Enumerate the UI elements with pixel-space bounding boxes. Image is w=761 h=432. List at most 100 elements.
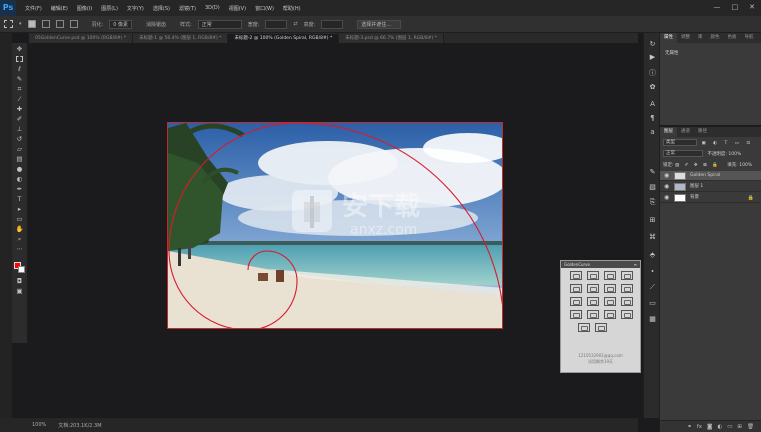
tab-channels[interactable]: 通道 [677, 127, 694, 137]
menu-file[interactable]: 文件(F) [25, 5, 42, 12]
maximize-button[interactable]: □ [732, 3, 739, 11]
tab-properties[interactable]: 属性 [660, 33, 677, 43]
ratio-square-icon[interactable] [604, 271, 616, 280]
dropdown-arrow-icon[interactable]: ▾ [19, 21, 22, 27]
glyphs-icon[interactable]: a [648, 128, 657, 137]
tool-presets-icon[interactable]: ⊞ [648, 216, 657, 225]
layer-style-icon[interactable]: fx [697, 424, 702, 430]
layer-row[interactable]: ◉ Golden Spiral [660, 171, 761, 181]
adjustment-layer-icon[interactable]: ◐ [717, 424, 722, 430]
crop-tool-icon[interactable]: ⌗ [15, 85, 24, 93]
history-icon[interactable]: ↻ [648, 40, 657, 49]
spiral-br-icon[interactable] [587, 297, 599, 306]
menu-filter[interactable]: 滤镜(T) [179, 5, 196, 12]
brush-settings-icon[interactable]: ✎ [648, 168, 657, 177]
menu-help[interactable]: 帮助(H) [283, 5, 301, 12]
history-brush-tool-icon[interactable]: ↺ [15, 135, 24, 143]
tab-layers[interactable]: 图层 [660, 127, 677, 137]
new-layer-icon[interactable]: ⊞ [737, 424, 742, 430]
tab-color[interactable]: 颜色 [707, 33, 724, 43]
tab-untitled-2[interactable]: 未标题-2 @ 100% (Golden Spiral, RGB/8#) * [228, 34, 340, 43]
dodge-tool-icon[interactable]: ◐ [15, 175, 24, 183]
visibility-eye-icon[interactable]: ◉ [664, 183, 669, 191]
feather-input[interactable]: 0 像素 [109, 19, 132, 29]
triangle-icon[interactable] [621, 297, 633, 306]
layer-row[interactable]: ◉ 背景 🔒 [660, 193, 761, 203]
width-input[interactable] [265, 19, 288, 29]
tab-paths[interactable]: 路径 [694, 127, 711, 137]
healing-brush-tool-icon[interactable]: ✚ [15, 105, 24, 113]
path-select-tool-icon[interactable]: ▸ [15, 205, 24, 213]
height-input[interactable] [321, 19, 344, 29]
antialias-checkbox[interactable]: 消除锯齿 [146, 21, 166, 28]
link-layers-icon[interactable]: ⚭ [687, 424, 692, 430]
marquee-tool-icon[interactable] [15, 55, 24, 63]
menu-3d[interactable]: 3D(D) [205, 5, 220, 11]
diagonal-cross-icon[interactable] [570, 310, 582, 319]
golden-triangle-alt-icon[interactable] [604, 310, 616, 319]
add-mask-icon[interactable]: ◙ [707, 424, 712, 430]
add-selection-icon[interactable] [41, 20, 50, 28]
menu-view[interactable]: 视图(V) [229, 5, 246, 12]
lasso-tool-icon[interactable]: ℓ [15, 65, 24, 73]
new-selection-icon[interactable] [27, 20, 36, 28]
move-tool-icon[interactable]: ✥ [15, 45, 24, 53]
menu-select[interactable]: 选择(S) [153, 5, 170, 12]
close-button[interactable]: ✕ [749, 3, 755, 11]
tab-swatches[interactable]: 色板 [724, 33, 741, 43]
gradient-tool-icon[interactable]: ▤ [15, 155, 24, 163]
harmonious-icon[interactable] [621, 310, 633, 319]
menu-window[interactable]: 窗口(W) [255, 5, 274, 12]
eyedropper-tool-icon[interactable]: ⁄ [15, 95, 24, 103]
measurement-icon[interactable]: ⬘ [648, 251, 657, 260]
marquee-tool-icon[interactable] [4, 20, 13, 28]
ratio-landscape-icon[interactable] [570, 271, 582, 280]
diagonal-icon[interactable] [604, 297, 616, 306]
grid-golden-icon[interactable] [621, 284, 633, 293]
intersect-selection-icon[interactable] [69, 20, 78, 28]
minimize-button[interactable]: — [714, 3, 721, 11]
tab-adjustments[interactable]: 调整 [677, 33, 694, 43]
subtract-selection-icon[interactable] [55, 20, 64, 28]
color-icon[interactable]: ▦ [648, 315, 657, 324]
quick-mask-icon[interactable]: ◘ [15, 277, 24, 285]
swap-icon[interactable]: ⇄ [293, 21, 297, 27]
visibility-eye-icon[interactable]: ◉ [664, 194, 669, 202]
golden-triangle-icon[interactable] [587, 310, 599, 319]
actions-icon[interactable]: ▶ [648, 53, 657, 62]
opacity-input[interactable]: 100% [728, 152, 741, 157]
3d-icon[interactable]: ⌘ [648, 233, 657, 242]
fill-input[interactable]: 100% [739, 163, 752, 168]
info-icon[interactable]: ⓘ [648, 69, 657, 78]
timeline-icon[interactable]: ⬩ [648, 267, 657, 276]
zoom-level[interactable]: 100% [32, 422, 46, 428]
brushes-icon[interactable]: ▧ [648, 183, 657, 192]
character-icon[interactable]: A [648, 100, 657, 109]
ratio-tall-icon[interactable] [621, 271, 633, 280]
adjustments-icon[interactable]: ⟋ [648, 283, 657, 292]
pen-tool-icon[interactable]: ✒ [15, 185, 24, 193]
cross-a-icon[interactable] [578, 323, 590, 332]
zoom-tool-icon[interactable]: ⌕ [15, 235, 24, 243]
blur-tool-icon[interactable]: ● [15, 165, 24, 173]
styles-icon[interactable]: ▭ [648, 299, 657, 308]
panel-menu-icon[interactable]: ≡ [634, 261, 637, 268]
delete-layer-icon[interactable]: 🗑 [747, 424, 754, 430]
visibility-eye-icon[interactable]: ◉ [664, 172, 669, 180]
blend-mode-select[interactable]: 正常 [663, 150, 703, 157]
quick-select-tool-icon[interactable]: ✎ [15, 75, 24, 83]
brush-tool-icon[interactable]: ✐ [15, 115, 24, 123]
tab-untitled-3[interactable]: 未标题-3.psd @ 66.7% (图层 1, RGB/8#) * [339, 34, 444, 43]
spiral-tr-icon[interactable] [587, 284, 599, 293]
clone-stamp-tool-icon[interactable]: ⊥ [15, 125, 24, 133]
menu-image[interactable]: 图像(I) [77, 5, 92, 12]
background-color-swatch[interactable] [18, 266, 25, 273]
type-tool-icon[interactable]: T [15, 195, 24, 203]
layer-kind-select[interactable]: 类型 [663, 139, 697, 146]
eraser-tool-icon[interactable]: ▱ [15, 145, 24, 153]
filter-icons[interactable]: ▣ ◐ T ▭ ⊡ [701, 141, 753, 146]
spiral-bl-icon[interactable] [570, 297, 582, 306]
tab-libraries[interactable]: 库 [694, 33, 707, 43]
spiral-tl-icon[interactable] [570, 284, 582, 293]
paragraph-icon[interactable]: ¶ [648, 114, 657, 123]
